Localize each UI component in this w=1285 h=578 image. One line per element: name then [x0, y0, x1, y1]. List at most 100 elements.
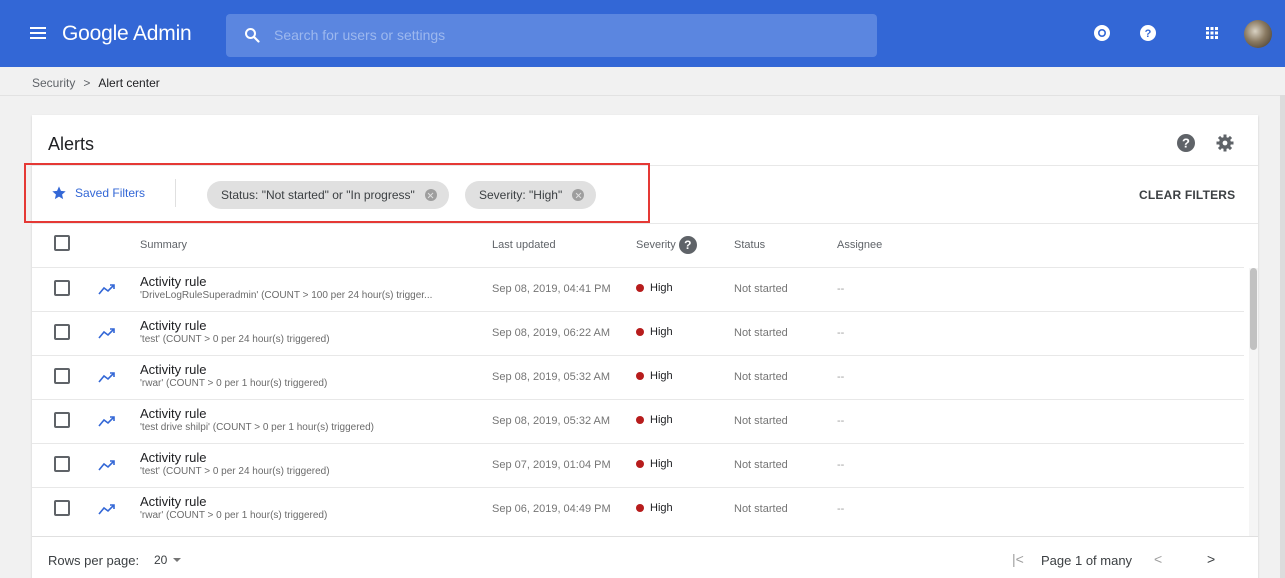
- alert-status: Not started: [734, 503, 788, 515]
- first-page-button[interactable]: |<: [1012, 551, 1024, 567]
- breadcrumb-current: Alert center: [98, 76, 160, 90]
- column-header-assignee[interactable]: Assignee: [837, 239, 882, 251]
- severity-badge: High: [636, 502, 673, 514]
- search-bar[interactable]: [226, 14, 877, 57]
- remove-chip-icon[interactable]: [572, 189, 585, 201]
- app-title[interactable]: Google Admin: [62, 22, 192, 46]
- severity-badge: High: [636, 282, 673, 294]
- alert-status: Not started: [734, 327, 788, 339]
- clear-filters-button[interactable]: CLEAR FILTERS: [1139, 188, 1235, 202]
- table-row[interactable]: Activity rule 'DriveLogRuleSuperadmin' (…: [32, 267, 1244, 311]
- alert-title: Activity rule: [140, 362, 207, 377]
- alert-assignee: --: [837, 327, 845, 339]
- table-row[interactable]: Activity rule 'test drive shilpi' (COUNT…: [32, 399, 1244, 443]
- severity-dot-icon: [636, 328, 644, 336]
- menu-icon[interactable]: [30, 27, 46, 39]
- severity-label: High: [650, 370, 673, 382]
- svg-text:?: ?: [1145, 28, 1152, 40]
- severity-help-icon[interactable]: ?: [678, 236, 697, 254]
- chevron-down-icon: [173, 558, 182, 562]
- column-header-status[interactable]: Status: [734, 239, 765, 251]
- table-row[interactable]: Activity rule 'rwar' (COUNT > 0 per 1 ho…: [32, 487, 1244, 531]
- remove-chip-icon[interactable]: [424, 189, 437, 201]
- alert-status: Not started: [734, 415, 788, 427]
- support-icon[interactable]: [1093, 24, 1111, 42]
- alert-last-updated: Sep 08, 2019, 06:22 AM: [492, 327, 611, 339]
- activity-trend-icon: [98, 504, 115, 515]
- row-checkbox[interactable]: [54, 324, 70, 340]
- table-row[interactable]: Activity rule 'rwar' (COUNT > 0 per 1 ho…: [32, 355, 1244, 399]
- alert-title: Activity rule: [140, 494, 207, 509]
- alert-detail: 'test' (COUNT > 0 per 24 hour(s) trigger…: [140, 466, 330, 477]
- row-checkbox[interactable]: [54, 280, 70, 296]
- alert-assignee: --: [837, 283, 845, 295]
- alert-title: Activity rule: [140, 406, 207, 421]
- severity-dot-icon: [636, 504, 644, 512]
- breadcrumb: Security > Alert center: [32, 76, 160, 90]
- alert-assignee: --: [837, 459, 845, 471]
- settings-gear-icon[interactable]: [1215, 133, 1235, 153]
- activity-trend-icon: [98, 416, 115, 427]
- breadcrumb-security[interactable]: Security: [32, 76, 75, 90]
- table-row[interactable]: Activity rule 'test' (COUNT > 0 per 24 h…: [32, 311, 1244, 355]
- severity-dot-icon: [636, 284, 644, 292]
- page-title: Alerts: [48, 134, 95, 154]
- alert-detail: 'rwar' (COUNT > 0 per 1 hour(s) triggere…: [140, 510, 328, 521]
- table-row[interactable]: Activity rule 'test' (COUNT > 0 per 24 h…: [32, 443, 1244, 487]
- column-header-summary[interactable]: Summary: [140, 239, 187, 251]
- alert-assignee: --: [837, 503, 845, 515]
- row-checkbox[interactable]: [54, 456, 70, 472]
- row-checkbox[interactable]: [54, 412, 70, 428]
- activity-trend-icon: [98, 372, 115, 383]
- rows-per-page-value: 20: [154, 553, 168, 567]
- row-checkbox[interactable]: [54, 500, 70, 516]
- row-checkbox[interactable]: [54, 368, 70, 384]
- severity-dot-icon: [636, 416, 644, 424]
- severity-label: High: [650, 326, 673, 338]
- saved-filters-label: Saved Filters: [75, 186, 146, 200]
- column-header-severity[interactable]: Severity?: [636, 236, 697, 254]
- severity-dot-icon: [636, 372, 644, 380]
- table-scrollbar-thumb[interactable]: [1250, 268, 1257, 350]
- help-icon[interactable]: ?: [1139, 24, 1157, 42]
- help-icon[interactable]: ?: [1176, 133, 1196, 153]
- activity-trend-icon: [98, 284, 115, 295]
- column-header-last-updated[interactable]: Last updated: [492, 239, 556, 251]
- alert-title: Activity rule: [140, 318, 207, 333]
- apps-icon[interactable]: [1203, 24, 1221, 42]
- alert-last-updated: Sep 08, 2019, 05:32 AM: [492, 371, 611, 383]
- select-all-checkbox[interactable]: [54, 235, 70, 251]
- severity-dot-icon: [636, 460, 644, 468]
- rows-per-page-select[interactable]: 20: [154, 553, 182, 567]
- alert-status: Not started: [734, 283, 788, 295]
- alert-status: Not started: [734, 371, 788, 383]
- severity-badge: High: [636, 370, 673, 382]
- severity-label: High: [650, 282, 673, 294]
- alert-title: Activity rule: [140, 450, 207, 465]
- filter-separator: [175, 179, 176, 207]
- rows-per-page-label: Rows per page:: [48, 553, 140, 568]
- filter-chip-status[interactable]: Status: "Not started" or "In progress": [207, 181, 449, 209]
- filter-chip-severity[interactable]: Severity: "High": [465, 181, 597, 209]
- saved-filters-button[interactable]: Saved Filters: [51, 185, 145, 201]
- alert-assignee: --: [837, 415, 845, 427]
- filter-divider: [32, 223, 1258, 224]
- breadcrumb-separator: >: [83, 76, 91, 90]
- filter-chip-label: Severity: "High": [479, 188, 563, 202]
- severity-header-label: Severity: [636, 238, 676, 251]
- page-scrollbar[interactable]: [1280, 95, 1285, 578]
- next-page-button[interactable]: >: [1207, 551, 1215, 567]
- previous-page-button[interactable]: <: [1154, 551, 1162, 567]
- severity-label: High: [650, 458, 673, 470]
- severity-badge: High: [636, 326, 673, 338]
- alert-detail: 'test drive shilpi' (COUNT > 0 per 1 hou…: [140, 422, 374, 433]
- alert-detail: 'rwar' (COUNT > 0 per 1 hour(s) triggere…: [140, 378, 328, 389]
- severity-badge: High: [636, 414, 673, 426]
- search-input[interactable]: [274, 24, 864, 46]
- activity-trend-icon: [98, 328, 115, 339]
- activity-trend-icon: [98, 460, 115, 471]
- pagination-bar: Rows per page: 20 |< Page 1 of many < >: [32, 536, 1258, 578]
- alert-status: Not started: [734, 459, 788, 471]
- alert-assignee: --: [837, 371, 845, 383]
- avatar[interactable]: [1244, 20, 1272, 48]
